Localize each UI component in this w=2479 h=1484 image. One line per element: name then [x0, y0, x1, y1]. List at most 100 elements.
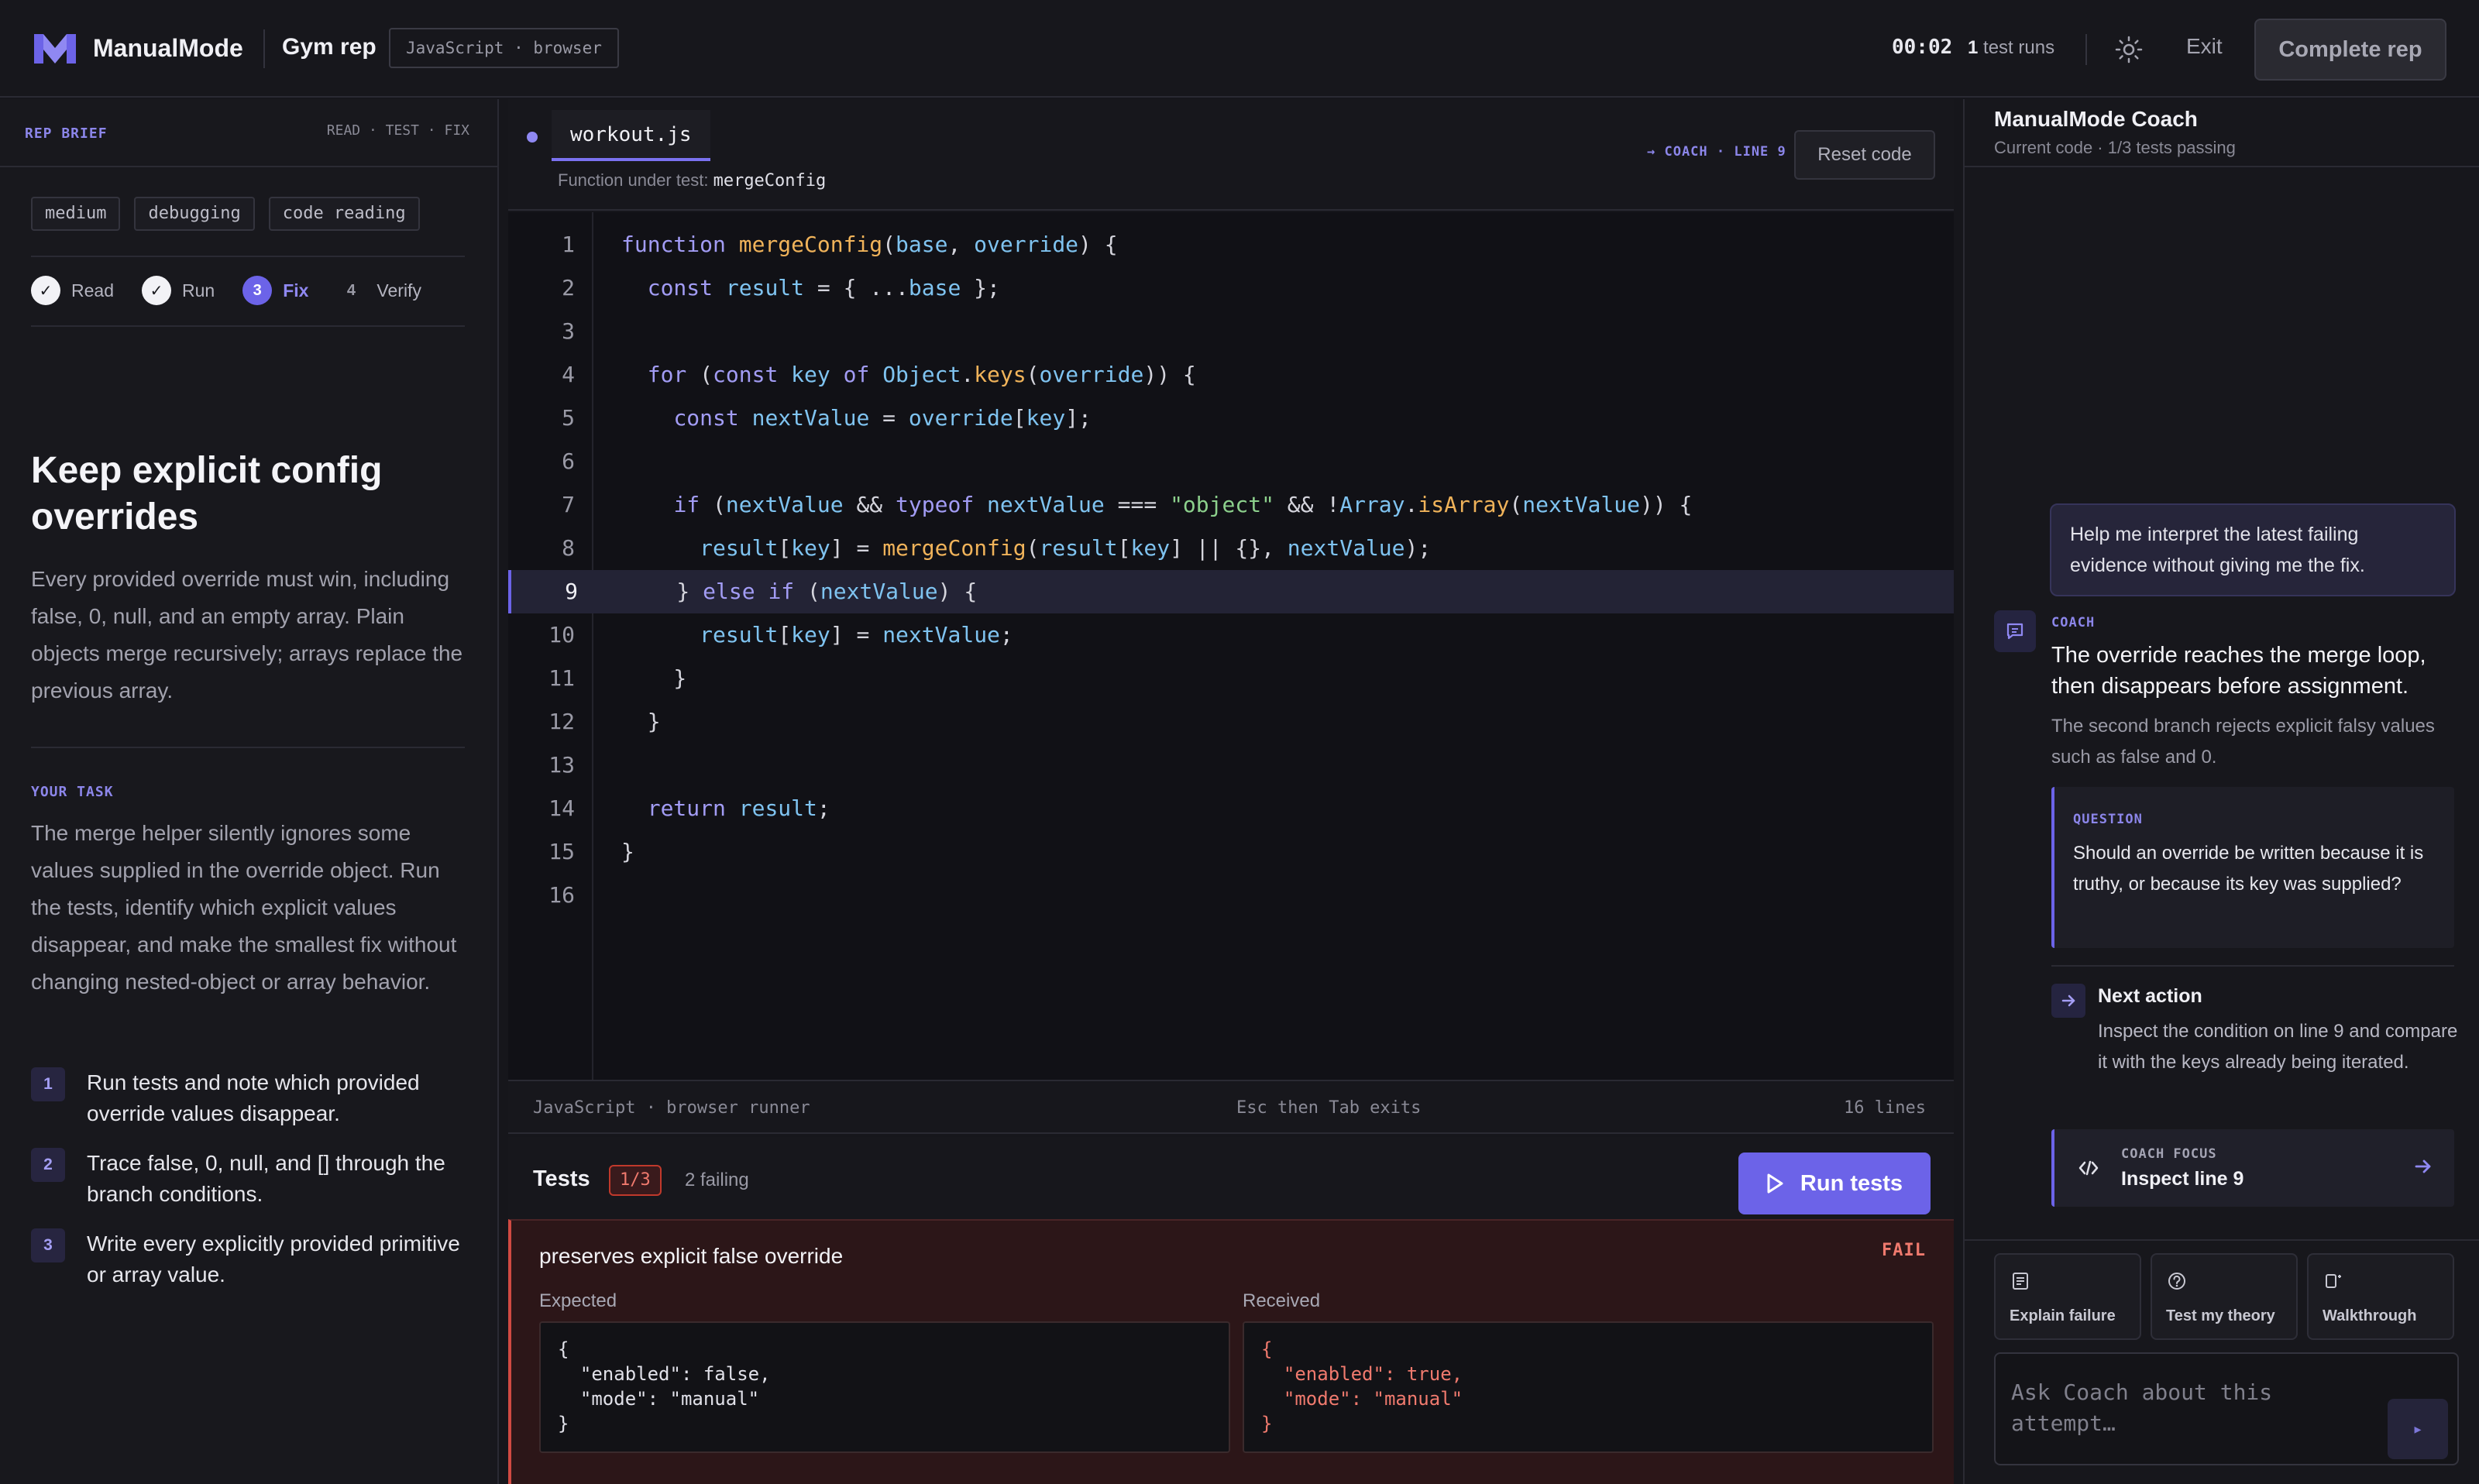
- task-item: 2 Trace false, 0, null, and [] through t…: [31, 1148, 473, 1210]
- ask-coach-placeholder: Ask Coach about this attempt…: [2011, 1379, 2273, 1436]
- expected-label: Expected: [539, 1290, 617, 1311]
- rep-title: Keep explicit config overrides: [31, 450, 383, 538]
- coach-panel: ManualMode Coach Current code · 1/3 test…: [1963, 99, 2479, 1484]
- code-line[interactable]: 12 }: [508, 700, 1954, 744]
- runner-label: JavaScript · browser runner: [533, 1098, 810, 1118]
- top-bar: ManualMode Gym rep JavaScript · browser …: [0, 0, 2479, 98]
- task-number: 2: [31, 1148, 65, 1182]
- complete-rep-button[interactable]: Complete rep: [2254, 19, 2446, 81]
- divider: [2051, 965, 2454, 967]
- reset-code-button[interactable]: Reset code: [1794, 130, 1935, 180]
- divider: [263, 29, 265, 68]
- question-icon: [2168, 1273, 2185, 1290]
- brand-name[interactable]: ManualMode: [93, 34, 243, 63]
- arrow-right-icon: [2051, 984, 2085, 1018]
- test-runs-count: 1: [1968, 37, 1979, 58]
- step-number: 4: [346, 281, 356, 299]
- coach-line-pointer[interactable]: → COACH · LINE 9: [1647, 144, 1786, 160]
- line-number: 11: [548, 665, 575, 691]
- test-name: preserves explicit false override: [539, 1244, 844, 1268]
- send-icon[interactable]: ▸: [2388, 1399, 2448, 1459]
- tag: medium: [31, 197, 121, 231]
- progress-stepper: ✓ Read ✓ Run 3 Fix 4 Verify: [31, 276, 449, 305]
- file-tab[interactable]: workout.js: [552, 110, 710, 161]
- task-text: Write every explicitly provided primitiv…: [87, 1232, 460, 1286]
- tag: debugging: [134, 197, 255, 231]
- code-line[interactable]: 11 }: [508, 657, 1954, 700]
- code-editor[interactable]: 1 function mergeConfig(base, override) {2…: [508, 212, 1954, 1080]
- divider: [2085, 34, 2087, 65]
- code-line[interactable]: 3: [508, 310, 1954, 353]
- divider: [1965, 1239, 2479, 1241]
- code-line[interactable]: 6: [508, 440, 1954, 483]
- divider: [1965, 166, 2479, 167]
- question-label: QUESTION: [2073, 812, 2143, 827]
- code-text: const result = { ...base };: [647, 275, 1000, 301]
- next-action-title: Next action: [2098, 985, 2202, 1007]
- task-item: 3 Write every explicitly provided primit…: [31, 1228, 473, 1290]
- code-text: result[key] = nextValue;: [700, 622, 1013, 648]
- walkthrough-icon: [2326, 1274, 2341, 1288]
- next-action-text: Inspect the condition on line 9 and comp…: [2098, 1021, 2458, 1073]
- code-text: } else if (nextValue) {: [624, 579, 978, 604]
- line-number: 16: [548, 882, 575, 908]
- ask-coach-input[interactable]: Ask Coach about this attempt… ▸: [1994, 1352, 2459, 1465]
- step-fix[interactable]: 3 Fix: [242, 276, 308, 305]
- coach-detail: The second branch rejects explicit falsy…: [2051, 716, 2435, 768]
- task-text: Trace false, 0, null, and [] through the…: [87, 1151, 445, 1206]
- check-icon: ✓: [141, 276, 171, 305]
- task-number: 3: [31, 1228, 65, 1262]
- code-text: }: [621, 709, 661, 734]
- divider: [31, 325, 465, 327]
- keyboard-hint: Esc then Tab exits: [1236, 1098, 1422, 1118]
- code-line[interactable]: 10 result[key] = nextValue;: [508, 613, 1954, 657]
- environment-badge: JavaScript · browser: [389, 28, 619, 68]
- run-tests-button[interactable]: Run tests: [1738, 1153, 1931, 1214]
- test-runs-counter: 1 test runs: [1968, 37, 2054, 59]
- task-number: 1: [31, 1067, 65, 1101]
- code-text: function mergeConfig(base, override) {: [621, 232, 1118, 257]
- code-text: return result;: [647, 795, 830, 821]
- rep-brief-phases: READ · TEST · FIX: [326, 122, 469, 139]
- coach-focus-button[interactable]: COACH FOCUS Inspect line 9: [2051, 1129, 2454, 1207]
- test-runs-label: test runs: [1983, 37, 2055, 58]
- received-label: Received: [1243, 1290, 1321, 1311]
- tests-title: Tests: [533, 1166, 590, 1191]
- fail-status: FAIL: [1882, 1241, 1926, 1260]
- rep-description: Every provided override must win, includ…: [31, 567, 463, 702]
- code-line[interactable]: 5 const nextValue = override[key];: [508, 397, 1954, 440]
- code-text: const nextValue = override[key];: [673, 405, 1092, 431]
- step-label: Run: [181, 280, 215, 301]
- step-verify[interactable]: 4 Verify: [336, 276, 421, 305]
- code-icon: [2078, 1160, 2099, 1176]
- code-line[interactable]: 15}: [508, 830, 1954, 874]
- step-read[interactable]: ✓ Read: [31, 276, 114, 305]
- task-text: Run tests and note which provided overri…: [87, 1070, 420, 1125]
- code-text: for (const key of Object.keys(override))…: [647, 362, 1196, 387]
- code-line[interactable]: 13: [508, 744, 1954, 787]
- line-number: 14: [548, 795, 575, 821]
- line-count: 16 lines: [1844, 1098, 1926, 1118]
- failing-test-card: preserves explicit false override FAIL E…: [508, 1219, 1954, 1484]
- code-line[interactable]: 8 result[key] = mergeConfig(result[key] …: [508, 527, 1954, 570]
- editor-header: workout.js Function under test: mergeCon…: [508, 99, 1954, 211]
- user-message: Help me interpret the latest failing evi…: [2050, 503, 2456, 596]
- code-line[interactable]: 7 if (nextValue && typeof nextValue === …: [508, 483, 1954, 527]
- code-line[interactable]: 16: [508, 874, 1954, 917]
- code-line[interactable]: 9 } else if (nextValue) {: [508, 570, 1954, 613]
- divider: [31, 747, 465, 748]
- arrow-right-icon: [2415, 1159, 2431, 1173]
- check-icon: ✓: [31, 276, 60, 305]
- code-line[interactable]: 4 for (const key of Object.keys(override…: [508, 353, 1954, 397]
- code-line[interactable]: 1 function mergeConfig(base, override) {: [508, 223, 1954, 266]
- code-text: result[key] = mergeConfig(result[key] ||…: [700, 535, 1432, 561]
- walkthrough-button[interactable]: Walkthrough: [2307, 1253, 2454, 1340]
- exit-button[interactable]: Exit: [2186, 34, 2223, 59]
- code-line[interactable]: 2 const result = { ...base };: [508, 266, 1954, 310]
- step-run[interactable]: ✓ Run: [141, 276, 215, 305]
- expected-value: { "enabled": false, "mode": "manual" }: [539, 1321, 1230, 1453]
- explain-failure-button[interactable]: Explain failure: [1994, 1253, 2141, 1340]
- test-my-theory-button[interactable]: Test my theory: [2151, 1253, 2298, 1340]
- sun-icon[interactable]: [2112, 33, 2146, 67]
- code-line[interactable]: 14 return result;: [508, 787, 1954, 830]
